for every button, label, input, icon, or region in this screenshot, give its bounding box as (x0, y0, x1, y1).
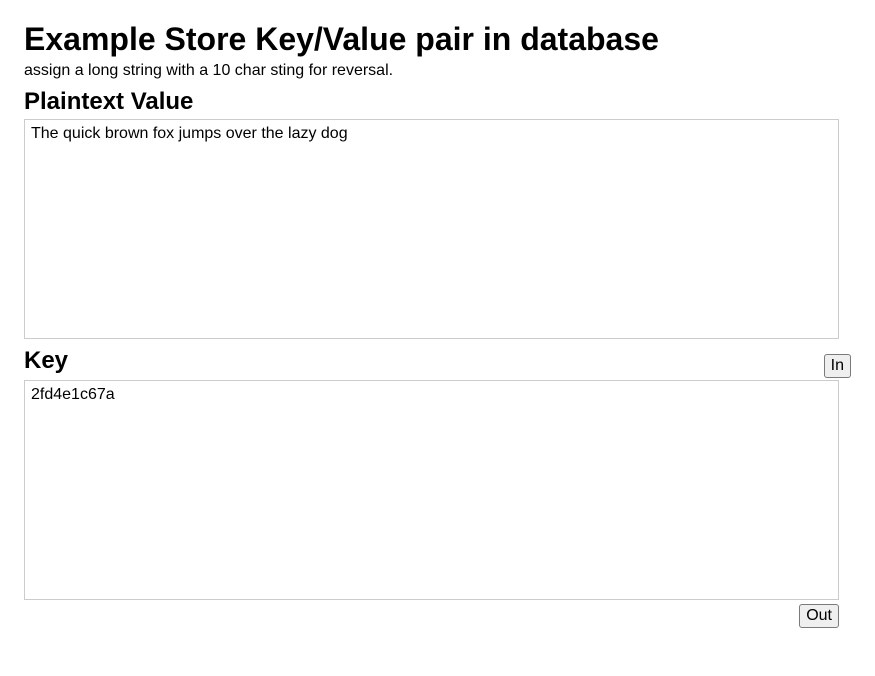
in-button[interactable]: In (824, 354, 851, 378)
plaintext-heading: Plaintext Value (24, 88, 851, 117)
page-title: Example Store Key/Value pair in database (24, 20, 851, 58)
key-heading: Key (24, 347, 68, 376)
plaintext-section: Plaintext Value (24, 88, 851, 339)
key-input[interactable] (24, 380, 839, 600)
plaintext-input[interactable] (24, 119, 839, 339)
page-subtitle: assign a long string with a 10 char stin… (24, 62, 851, 80)
out-button[interactable]: Out (799, 604, 839, 628)
key-section: Key In Out (24, 347, 851, 628)
